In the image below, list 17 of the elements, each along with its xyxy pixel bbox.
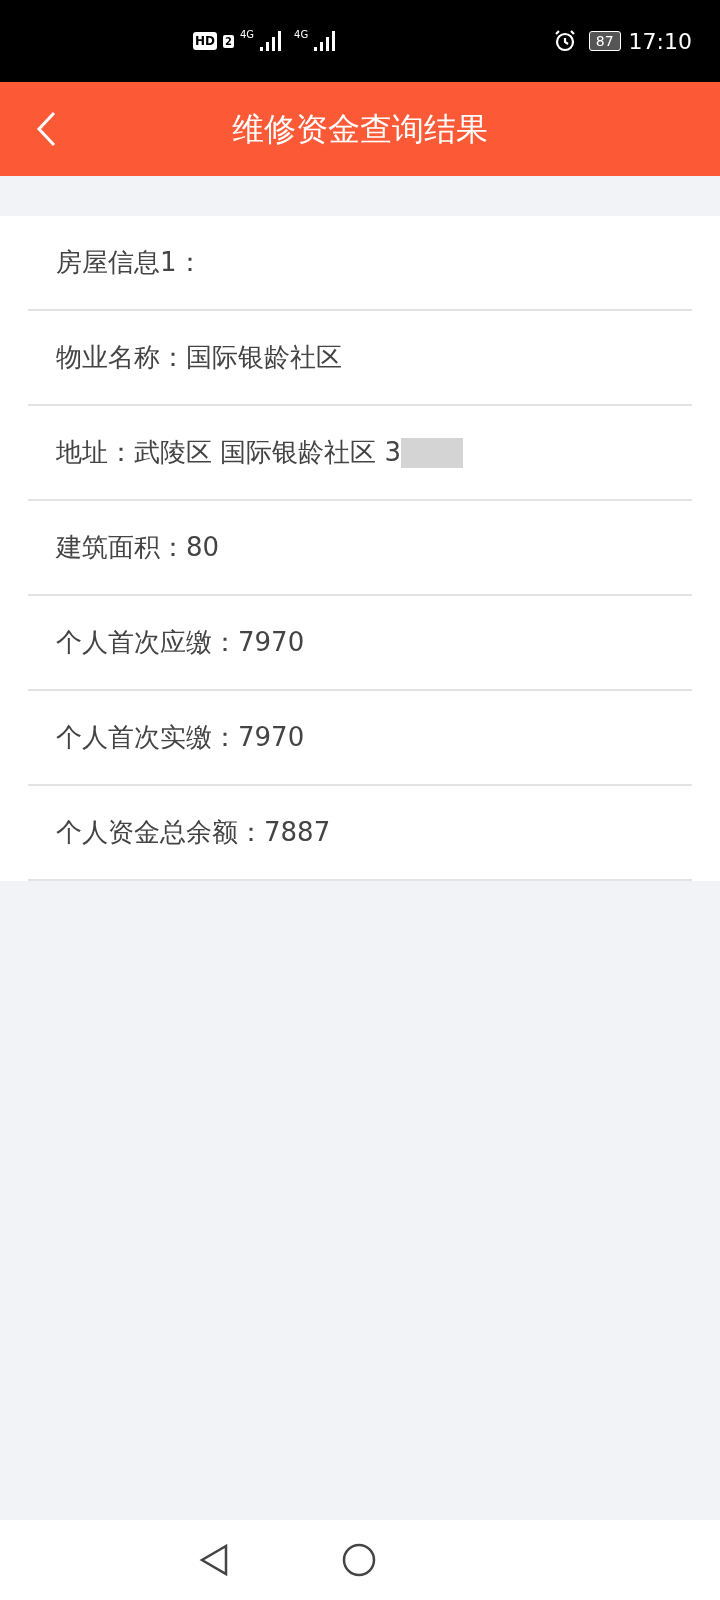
info-text: 个人首次应缴：7970 [56,626,305,659]
sim-badge: 2 [223,34,234,48]
back-icon [35,111,57,147]
hd-badge: HD [193,32,217,50]
info-text: 个人资金总余额：7887 [56,816,331,849]
page-title: 维修资金查询结果 [231,109,489,150]
info-text: 地址：武陵区 国际银龄社区 3 [56,436,402,469]
info-text: 个人首次实缴：7970 [56,721,305,754]
battery-indicator: 87 [588,31,621,51]
info-text: 物业名称：国际银龄社区 [56,341,342,374]
info-text: 房屋信息1： [56,246,203,279]
network-label: 4G [240,28,255,42]
time-label: 17:10 [628,27,692,56]
network-label: 4G [294,28,309,42]
info-text: 建筑面积：80 [56,531,220,564]
back-nav-icon[interactable] [198,1543,230,1577]
home-nav-icon[interactable] [342,1543,376,1577]
